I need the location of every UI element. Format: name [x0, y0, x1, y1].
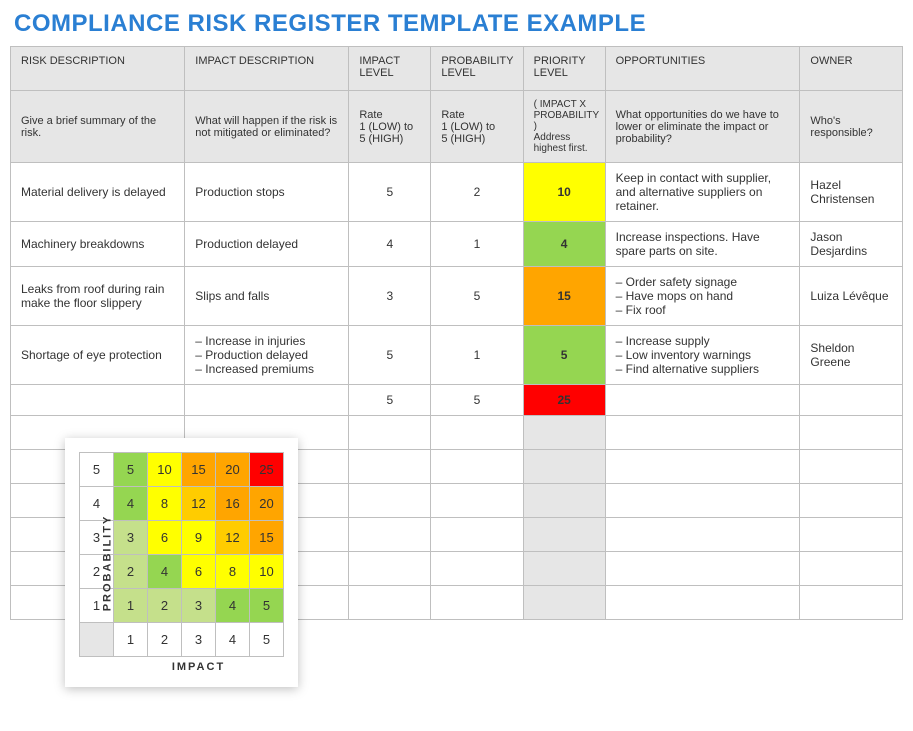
- header-probability-level: PROBABILITY LEVEL: [431, 47, 523, 91]
- subheader-opportunities: What opportunities do we have to lower o…: [605, 91, 800, 163]
- matrix-cell: 12: [216, 521, 250, 555]
- subheader-owner: Who's responsible?: [800, 91, 903, 163]
- header-owner: OWNER: [800, 47, 903, 91]
- cell: Jason Desjardins: [800, 222, 903, 267]
- matrix-cell: 20: [250, 487, 284, 521]
- header-impact: IMPACT DESCRIPTION: [185, 47, 349, 91]
- table-row: Machinery breakdownsProduction delayed41…: [11, 222, 903, 267]
- matrix-cell: 5: [250, 589, 284, 623]
- cell: 5: [349, 163, 431, 222]
- matrix-cell: 20: [216, 453, 250, 487]
- subheader-impact-level: Rate 1 (LOW) to 5 (HIGH): [349, 91, 431, 163]
- cell: Material delivery is delayed: [11, 163, 185, 222]
- subheader-priority-level: ( IMPACT X PROBABILITY ) Address highest…: [523, 91, 605, 163]
- matrix-cell: 12: [182, 487, 216, 521]
- table-row: Shortage of eye protection– Increase in …: [11, 326, 903, 385]
- cell: Shortage of eye protection: [11, 326, 185, 385]
- cell: Increase inspections. Have spare parts o…: [605, 222, 800, 267]
- cell: 4: [349, 222, 431, 267]
- cell: 5: [349, 326, 431, 385]
- cell: 5: [523, 326, 605, 385]
- cell: [185, 385, 349, 416]
- table-row: 5525: [11, 385, 903, 416]
- table-row: Leaks from roof during rain make the flo…: [11, 267, 903, 326]
- cell: Luiza Lévêque: [800, 267, 903, 326]
- cell: 4: [523, 222, 605, 267]
- cell: Hazel Christensen: [800, 163, 903, 222]
- matrix-y-axis-label: PROBABILITY: [101, 514, 113, 611]
- cell: Keep in contact with supplier, and alter…: [605, 163, 800, 222]
- header-risk: RISK DESCRIPTION: [11, 47, 185, 91]
- subheader-risk: Give a brief summary of the risk.: [11, 91, 185, 163]
- matrix-cell: 1: [114, 589, 148, 623]
- matrix-cell: 10: [250, 555, 284, 589]
- matrix-cell: 10: [148, 453, 182, 487]
- matrix-cell: 2: [114, 555, 148, 589]
- cell: [11, 385, 185, 416]
- page-title: COMPLIANCE RISK REGISTER TEMPLATE EXAMPL…: [14, 10, 903, 38]
- header-priority-level: PRIORITY LEVEL: [523, 47, 605, 91]
- cell: 10: [523, 163, 605, 222]
- matrix-cell: 16: [216, 487, 250, 521]
- cell: 3: [349, 267, 431, 326]
- matrix-cell: 4: [148, 555, 182, 589]
- matrix-cell: 5: [114, 453, 148, 487]
- cell: 1: [431, 222, 523, 267]
- matrix-corner: [80, 623, 114, 657]
- cell: Production stops: [185, 163, 349, 222]
- header-opportunities: OPPORTUNITIES: [605, 47, 800, 91]
- matrix-cell: 25: [250, 453, 284, 487]
- matrix-col-label: 2: [148, 623, 182, 657]
- risk-matrix-card: PROBABILITY 5510152025448121620336912152…: [65, 438, 298, 687]
- matrix-cell: 4: [216, 589, 250, 623]
- matrix-cell: 3: [114, 521, 148, 555]
- cell: 2: [431, 163, 523, 222]
- cell: 5: [431, 267, 523, 326]
- cell: – Increase in injuries – Production dela…: [185, 326, 349, 385]
- matrix-cell: 3: [182, 589, 216, 623]
- cell: 15: [523, 267, 605, 326]
- matrix-col-label: 1: [114, 623, 148, 657]
- matrix-cell: 15: [250, 521, 284, 555]
- cell: [800, 385, 903, 416]
- matrix-cell: 6: [182, 555, 216, 589]
- matrix-x-axis-label: IMPACT: [79, 661, 284, 673]
- cell: Slips and falls: [185, 267, 349, 326]
- matrix-cell: 9: [182, 521, 216, 555]
- cell: 5: [349, 385, 431, 416]
- matrix-col-label: 3: [182, 623, 216, 657]
- cell: 5: [431, 385, 523, 416]
- matrix-cell: 15: [182, 453, 216, 487]
- matrix-row-label: 5: [80, 453, 114, 487]
- matrix-col-label: 5: [250, 623, 284, 657]
- matrix-cell: 8: [148, 487, 182, 521]
- subheader-probability-level: Rate 1 (LOW) to 5 (HIGH): [431, 91, 523, 163]
- matrix-cell: 6: [148, 521, 182, 555]
- cell: – Increase supply – Low inventory warnin…: [605, 326, 800, 385]
- cell: Machinery breakdowns: [11, 222, 185, 267]
- table-row: Material delivery is delayedProduction s…: [11, 163, 903, 222]
- header-impact-level: IMPACT LEVEL: [349, 47, 431, 91]
- matrix-cell: 8: [216, 555, 250, 589]
- cell: Production delayed: [185, 222, 349, 267]
- matrix-col-label: 4: [216, 623, 250, 657]
- cell: 1: [431, 326, 523, 385]
- cell: [605, 385, 800, 416]
- cell: 25: [523, 385, 605, 416]
- matrix-cell: 2: [148, 589, 182, 623]
- cell: Sheldon Greene: [800, 326, 903, 385]
- subheader-impact: What will happen if the risk is not miti…: [185, 91, 349, 163]
- matrix-cell: 4: [114, 487, 148, 521]
- cell: – Order safety signage – Have mops on ha…: [605, 267, 800, 326]
- cell: Leaks from roof during rain make the flo…: [11, 267, 185, 326]
